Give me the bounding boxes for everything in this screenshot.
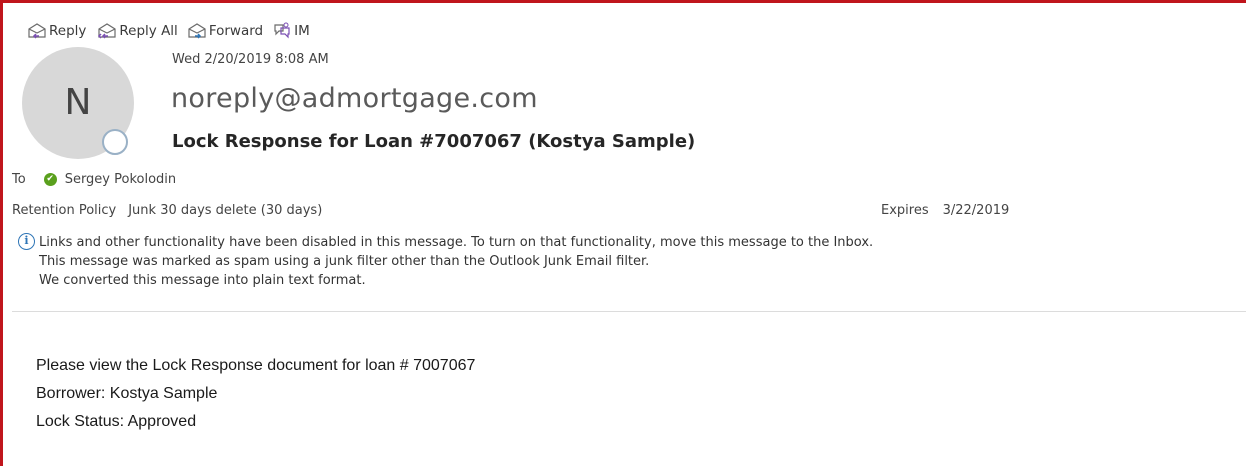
forward-button[interactable]: Forward (188, 23, 263, 39)
forward-icon (188, 23, 206, 39)
to-row: To ✔ Sergey Pokolodin (12, 172, 176, 187)
info-bar[interactable]: Links and other functionality have been … (39, 233, 873, 290)
retention-policy: Retention Policy Junk 30 days delete (30 … (12, 203, 322, 218)
im-icon (274, 22, 290, 39)
info-line: Links and other functionality have been … (39, 235, 874, 250)
expires-label: Expires (881, 203, 929, 218)
info-line: We converted this message into plain tex… (39, 273, 366, 288)
message-subject: Lock Response for Loan #7007067 (Kostya … (172, 131, 696, 152)
reply-all-label: Reply All (119, 23, 178, 39)
check-circle-icon: ✔ (43, 173, 57, 186)
reply-all-icon (98, 23, 116, 39)
sender-address[interactable]: noreply@admortgage.com (171, 83, 538, 114)
forward-label: Forward (208, 23, 264, 39)
body-line: Borrower: Kostya Sample (36, 385, 218, 402)
window-border-left (0, 0, 3, 466)
info-icon: i (18, 233, 35, 250)
im-button[interactable]: IM (273, 22, 310, 40)
reply-all-button[interactable]: Reply All (96, 23, 178, 39)
expires-value: 3/22/2019 (942, 203, 1010, 218)
recipient-name[interactable]: Sergey Pokolodin (65, 172, 176, 187)
im-label: IM (294, 23, 310, 39)
retention-value: Junk 30 days delete (30 days) (128, 203, 323, 218)
info-line: This message was marked as spam using a … (39, 254, 650, 269)
header-divider (12, 311, 1246, 312)
retention-label: Retention Policy (12, 203, 117, 218)
window-border-top (0, 0, 1246, 3)
reply-button[interactable]: Reply (28, 23, 86, 39)
expires: Expires 3/22/2019 (881, 203, 1009, 218)
message-toolbar: Reply Reply All Forward IM (28, 20, 320, 42)
presence-status-icon (102, 129, 128, 155)
body-line: Lock Status: Approved (36, 413, 197, 430)
reply-label: Reply (49, 23, 87, 39)
reply-icon (28, 23, 46, 39)
message-body: Please view the Lock Response document f… (36, 352, 475, 436)
body-line: Please view the Lock Response document f… (36, 357, 476, 374)
message-date: Wed 2/20/2019 8:08 AM (172, 52, 329, 67)
to-label: To (12, 172, 26, 187)
